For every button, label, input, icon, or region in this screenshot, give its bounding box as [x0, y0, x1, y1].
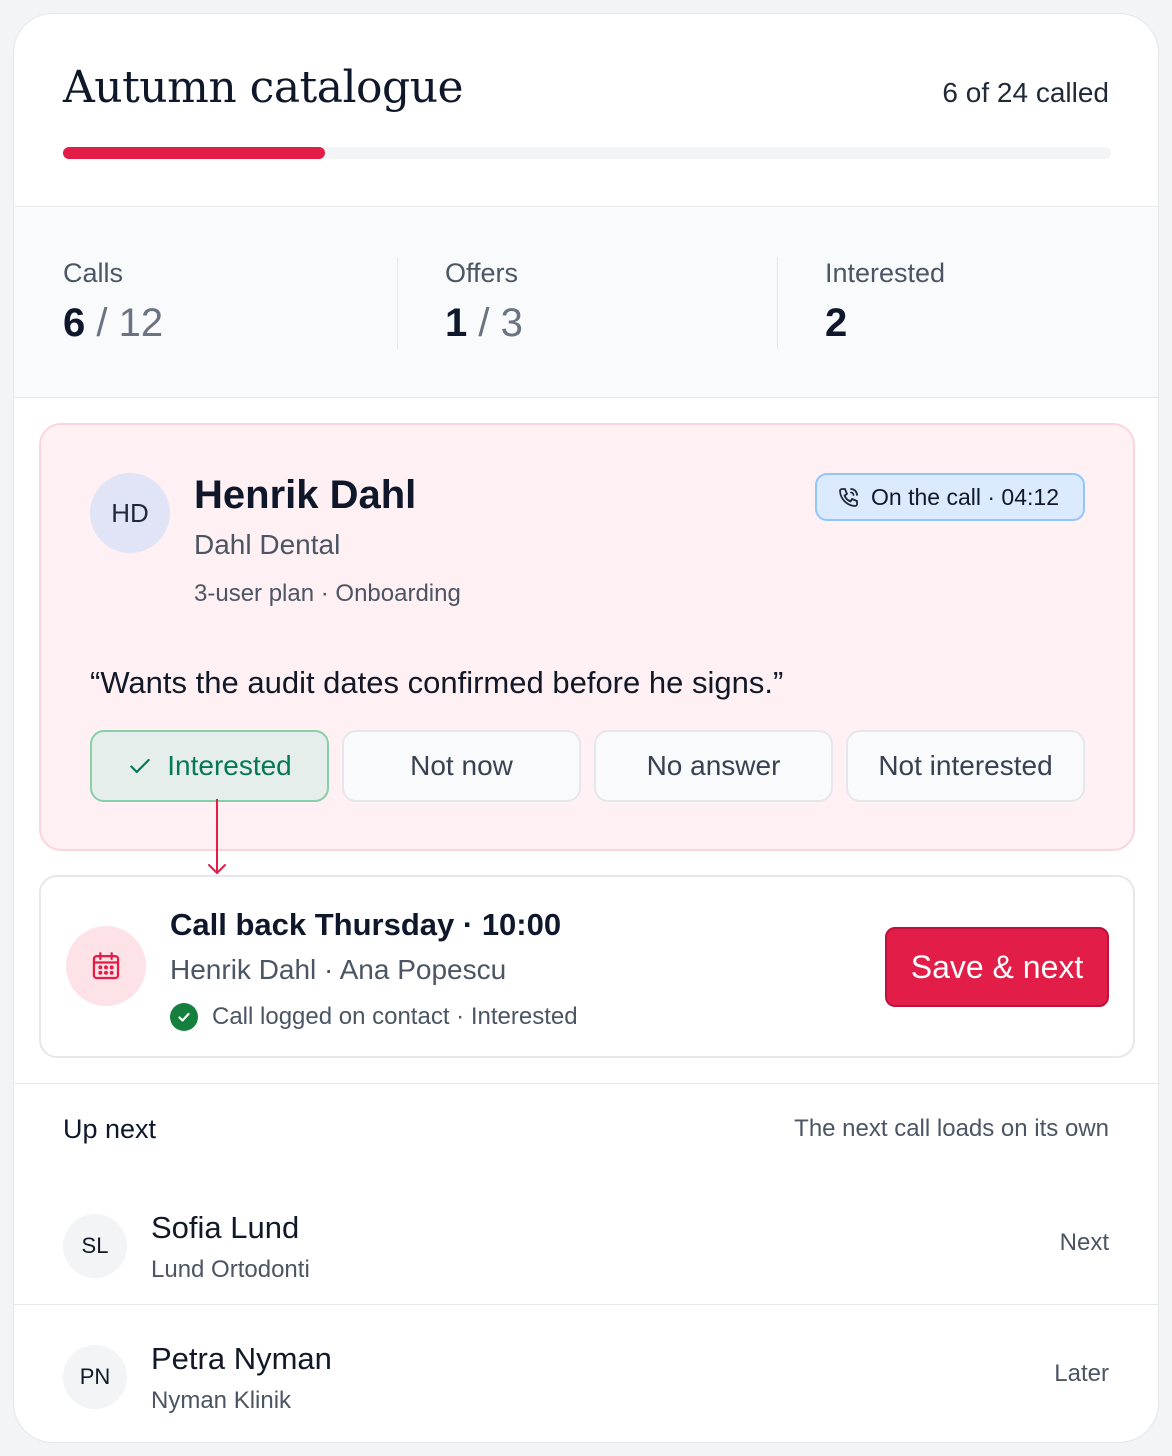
stat-divider — [777, 257, 778, 349]
outcome-not-now-button[interactable]: Not now — [342, 730, 581, 802]
avatar: SL — [63, 1214, 127, 1278]
up-next-title: Up next — [63, 1114, 157, 1144]
queue-item[interactable]: SL Sofia Lund Lund Ortodonti Next — [14, 1174, 1158, 1304]
stats-bar: Calls 6 / 12 Offers 1 / 3 Interested 2 — [14, 208, 1158, 398]
stat-label: Interested — [825, 258, 946, 288]
outcome-label: No answer — [646, 750, 781, 781]
callback-people: Henrik Dahl · Ana Popescu — [170, 954, 507, 985]
queue-contact-company: Lund Ortodonti — [151, 1256, 310, 1283]
contact-name: Henrik Dahl — [194, 473, 417, 517]
queue-contact-company: Nyman Klinik — [151, 1387, 292, 1414]
outcome-interested-button[interactable]: Interested — [90, 730, 329, 802]
stat-divider — [397, 257, 398, 349]
check-icon — [130, 758, 150, 774]
outcome-label: Not interested — [878, 750, 1053, 781]
stat-label: Calls — [63, 258, 124, 288]
call-status-badge: On the call · 04:12 — [815, 473, 1085, 521]
queue-contact-name: Petra Nyman — [151, 1341, 332, 1376]
stat-interested: Interested 2 — [825, 258, 945, 350]
queue-status: Next — [1059, 1229, 1109, 1256]
outcome-group: Interested Not now No answer Not interes… — [90, 730, 1085, 802]
avatar: HD — [90, 473, 170, 553]
phone-icon — [839, 488, 858, 507]
called-count: 6 of 24 called — [942, 77, 1109, 108]
contact-plan: 3-user plan · Onboarding — [194, 580, 461, 607]
queue-item[interactable]: PN Petra Nyman Nyman Klinik Later — [14, 1304, 1158, 1434]
queue-status: Later — [1054, 1360, 1109, 1387]
outcome-not-interested-button[interactable]: Not interested — [846, 730, 1085, 802]
connector-arrow — [208, 799, 226, 874]
outcome-label: Interested — [167, 750, 292, 781]
call-session-card: Autumn catalogue 6 of 24 called Calls 6 … — [13, 13, 1159, 1443]
outcome-no-answer-button[interactable]: No answer — [594, 730, 833, 802]
callback-logged-status: Call logged on contact · Interested — [170, 1003, 578, 1031]
callback-title: Call back Thursday · 10:00 — [170, 907, 562, 942]
check-circle-icon — [170, 1003, 198, 1031]
calendar-icon — [92, 952, 120, 980]
stat-offers: Offers 1 / 3 — [445, 258, 523, 350]
stat-label: Offers — [445, 258, 519, 288]
call-status-text: On the call · 04:12 — [871, 483, 1059, 510]
queue-contact-name: Sofia Lund — [151, 1210, 300, 1245]
callback-panel: Call back Thursday · 10:00 Henrik Dahl ·… — [39, 875, 1135, 1058]
logged-text: Call logged on contact · Interested — [212, 1003, 578, 1030]
calendar-badge — [66, 926, 146, 1006]
outcome-label: Not now — [410, 750, 513, 781]
campaign-title: Autumn catalogue — [63, 62, 464, 113]
stat-value: 2 — [825, 301, 848, 345]
up-next-note: The next call loads on its own — [794, 1115, 1109, 1142]
avatar: PN — [63, 1345, 127, 1409]
stat-calls: Calls 6 / 12 — [63, 258, 163, 350]
session-header: Autumn catalogue 6 of 24 called — [14, 14, 1158, 207]
save-next-button[interactable]: Save & next — [885, 927, 1109, 1007]
progress-bar — [63, 147, 1111, 159]
stat-value: 6 / 12 — [63, 301, 164, 345]
contact-company: Dahl Dental — [194, 529, 341, 560]
stat-value: 1 / 3 — [445, 301, 523, 345]
call-note-quote: “Wants the audit dates confirmed before … — [90, 665, 784, 700]
active-call-panel: HD Henrik Dahl Dahl Dental 3-user plan ·… — [39, 423, 1135, 851]
up-next-section: Up next The next call loads on its own S… — [14, 1083, 1158, 1442]
progress-fill — [63, 147, 325, 159]
